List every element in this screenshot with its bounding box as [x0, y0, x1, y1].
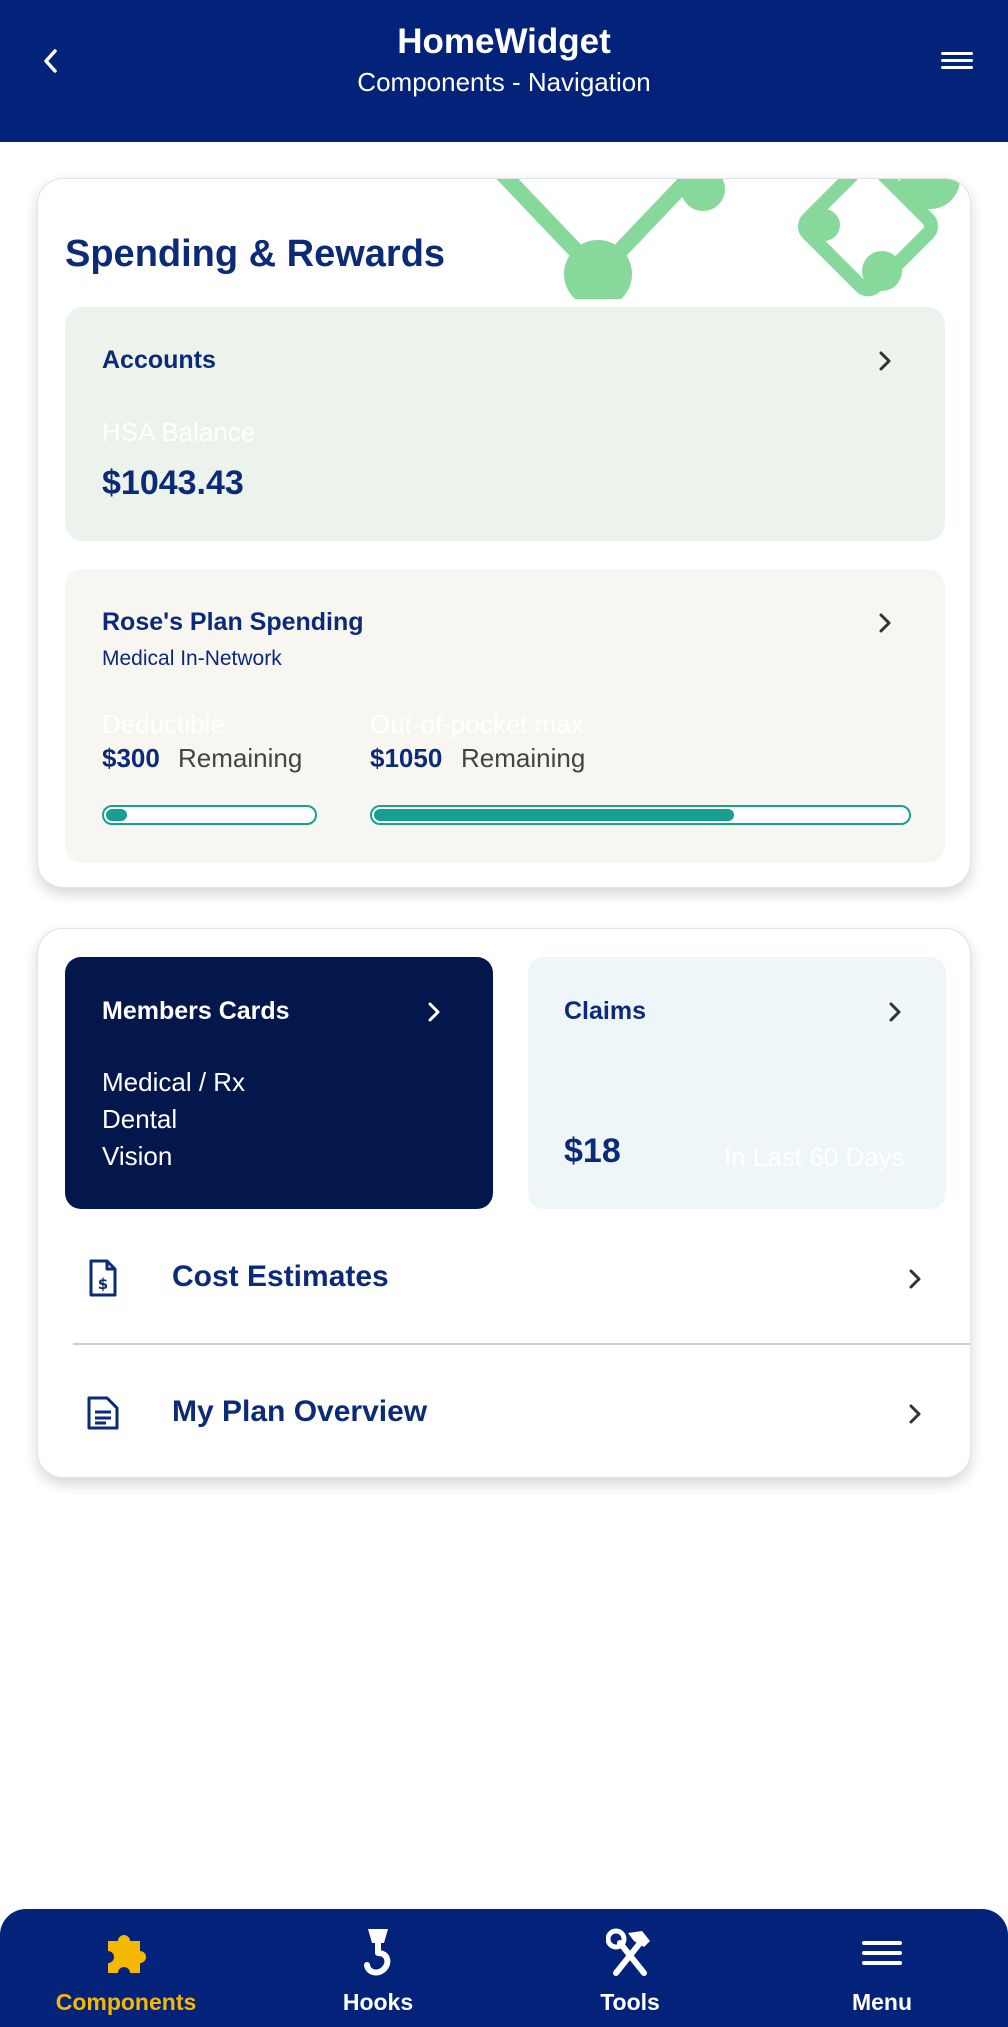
page-title: HomeWidget [397, 22, 611, 61]
hammer-wrench-icon [606, 1928, 650, 1976]
members-cards-title: Members Cards [102, 997, 290, 1025]
members-cards-tile[interactable]: Members Cards Medical / Rx Dental Vision [65, 957, 493, 1209]
chevron-right-icon [428, 1002, 440, 1022]
plan-spending-panel[interactable]: Rose's Plan Spending Medical In-Network … [65, 569, 945, 863]
hsa-balance-amount: $1043.43 [102, 464, 244, 502]
section-title: Spending & Rewards [65, 233, 446, 275]
cost-estimates-row[interactable]: $ Cost Estimates [38, 1214, 970, 1344]
tab-menu[interactable]: Menu [756, 1909, 1008, 2027]
row-divider [73, 1343, 970, 1345]
tab-tools-label: Tools [600, 1989, 660, 2015]
members-card-vision: Vision [102, 1141, 173, 1171]
deductible-progress-fill [106, 809, 128, 821]
hamburger-menu-icon [862, 1941, 902, 1965]
members-card-dental: Dental [102, 1104, 178, 1134]
hsa-balance-label: HSA Balance [102, 417, 256, 447]
quick-links-card: Members Cards Medical / Rx Dental Vision… [37, 928, 971, 1478]
chevron-right-icon [889, 1002, 901, 1022]
tab-components[interactable]: Components [0, 1909, 252, 2027]
puzzle-icon [108, 1935, 146, 1973]
oop-max-remaining: Remaining [461, 743, 586, 773]
my-plan-overview-row[interactable]: My Plan Overview [38, 1349, 970, 1477]
plan-spending-title: Rose's Plan Spending [102, 608, 364, 636]
deductible-remaining: Remaining [178, 743, 303, 773]
tab-menu-label: Menu [851, 1989, 913, 2015]
deductible-label: Deductible [102, 709, 225, 739]
spending-rewards-card: Spending & Rewards Accounts HSA Balance … [37, 178, 971, 888]
members-card-medical-rx: Medical / Rx [102, 1067, 246, 1097]
tab-components-label: Components [55, 1989, 197, 2015]
chevron-right-icon [879, 613, 891, 633]
svg-text:$: $ [98, 1275, 108, 1293]
bottom-tab-bar: Components Hooks Tools Menu [0, 1909, 1008, 2027]
document-lines-icon [87, 1396, 119, 1430]
deductible-progress-bar [102, 805, 317, 825]
oop-max-progress-bar [370, 805, 911, 825]
crane-hook-icon [364, 1929, 391, 1976]
accounts-title: Accounts [102, 346, 216, 374]
page-subtitle: Components - Navigation [357, 67, 651, 97]
tab-hooks[interactable]: Hooks [252, 1909, 504, 2027]
deductible-amount: $300 [102, 743, 160, 773]
dollar-document-icon: $ [89, 1259, 117, 1297]
claims-period: In Last 60 Days [724, 1142, 905, 1172]
claims-tile[interactable]: Claims $18 In Last 60 Days [528, 957, 946, 1209]
claims-amount: $18 [564, 1132, 621, 1170]
chevron-right-icon [909, 1404, 921, 1424]
oop-max-progress-fill [374, 809, 734, 821]
chevron-right-icon [909, 1269, 921, 1289]
tab-hooks-label: Hooks [342, 1989, 414, 2015]
app-header: HomeWidget Components - Navigation [0, 0, 1008, 142]
plan-spending-subtitle: Medical In-Network [102, 647, 282, 670]
tab-tools[interactable]: Tools [504, 1909, 756, 2027]
my-plan-overview-label: My Plan Overview [172, 1395, 428, 1428]
accounts-panel[interactable]: Accounts HSA Balance $1043.43 [65, 307, 945, 541]
hamburger-menu-icon[interactable] [938, 46, 976, 76]
oop-max-label: Out-of-pocket max [370, 709, 584, 739]
chevron-right-icon [879, 351, 891, 371]
cost-estimates-label: Cost Estimates [172, 1260, 389, 1293]
claims-title: Claims [564, 997, 646, 1025]
oop-max-amount: $1050 [370, 743, 443, 773]
